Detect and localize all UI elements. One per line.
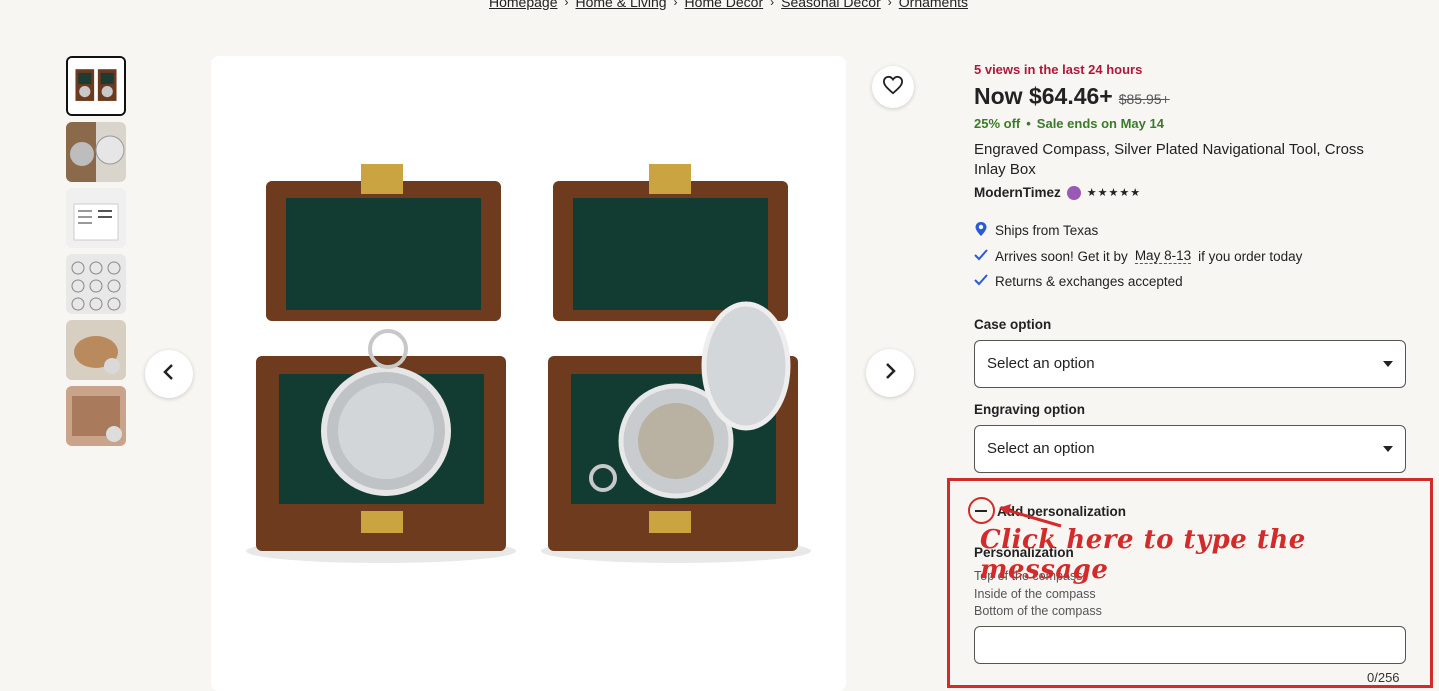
breadcrumb-ornaments[interactable]: Ornaments [899, 0, 968, 10]
thumbnail-list [66, 56, 126, 446]
chevron-right-icon: › [673, 0, 678, 9]
thumbnail-3[interactable] [66, 188, 126, 248]
product-info: 5 views in the last 24 hours Now $64.46+… [974, 62, 1406, 473]
thumbnail-4[interactable] [66, 254, 126, 314]
case-option-select[interactable]: Select an option [974, 339, 1406, 388]
arrival-prefix: Arrives soon! Get it by [995, 248, 1128, 264]
discount-label: 25% off [974, 116, 1021, 131]
star-seller-badge-icon [1066, 185, 1081, 200]
annotation-circle [968, 497, 995, 524]
breadcrumb-seasonal-decor[interactable]: Seasonal Decor [781, 0, 881, 10]
current-price: Now $64.46+ [974, 83, 1113, 109]
shop-name-link[interactable]: ModernTimez [974, 185, 1061, 200]
thumbnail-5[interactable] [66, 320, 126, 380]
engraving-option-select[interactable]: Select an option [974, 424, 1406, 473]
heart-icon [882, 75, 904, 100]
returns-row: Returns & exchanges accepted [974, 269, 1406, 295]
previous-image-button[interactable] [145, 350, 193, 398]
arrival-row: Arrives soon! Get it by May 8-13 if you … [974, 244, 1406, 270]
price-row: Now $64.46+ $85.95+ [974, 83, 1406, 110]
breadcrumb-home-decor[interactable]: Home Decor [685, 0, 764, 10]
thumbnail-6[interactable] [66, 386, 126, 446]
ships-from-text: Ships from Texas [995, 223, 1099, 239]
sale-ends-label: Sale ends on May 14 [1036, 116, 1164, 131]
views-notice: 5 views in the last 24 hours [974, 62, 1143, 77]
caret-down-icon [1383, 360, 1393, 367]
bullet-separator: • [1026, 116, 1031, 131]
next-image-button[interactable] [866, 349, 914, 397]
arrival-dates[interactable]: May 8-13 [1134, 248, 1192, 265]
ships-from-row: Ships from Texas [974, 218, 1406, 244]
annotation-text: Click here to type the message [980, 525, 1306, 585]
case-option-value: Select an option [987, 355, 1095, 372]
sale-info: 25% off • Sale ends on May 14 [974, 116, 1406, 131]
engraving-option-label: Engraving option [974, 401, 1085, 417]
returns-text[interactable]: Returns & exchanges accepted [995, 274, 1183, 289]
chevron-right-icon [883, 362, 897, 385]
rating-stars[interactable]: ★★★★★ [1087, 186, 1141, 199]
chevron-right-icon: › [770, 0, 775, 9]
favorite-button[interactable] [872, 66, 914, 108]
breadcrumb-homepage[interactable]: Homepage [489, 0, 558, 10]
thumbnail-2[interactable] [66, 122, 126, 182]
breadcrumb: Homepage › Home & Living › Home Decor › … [489, 0, 968, 10]
caret-down-icon [1383, 445, 1393, 452]
check-icon [974, 274, 988, 289]
shop-row: ModernTimez ★★★★★ [974, 185, 1406, 200]
engraving-option-value: Select an option [987, 440, 1095, 457]
original-price: $85.95+ [1118, 91, 1170, 107]
shipping-list: Ships from Texas Arrives soon! Get it by… [974, 218, 1406, 295]
check-icon [974, 249, 988, 264]
chevron-right-icon: › [887, 0, 892, 9]
breadcrumb-home-living[interactable]: Home & Living [576, 0, 667, 10]
main-product-image [211, 56, 846, 691]
location-pin-icon [974, 221, 988, 240]
arrival-suffix: if you order today [1198, 248, 1303, 264]
chevron-left-icon [162, 363, 176, 386]
chevron-right-icon: › [564, 0, 569, 9]
product-title: Engraved Compass, Silver Plated Navigati… [974, 141, 1364, 178]
case-option-label: Case option [974, 316, 1052, 332]
thumbnail-1[interactable] [66, 56, 126, 116]
